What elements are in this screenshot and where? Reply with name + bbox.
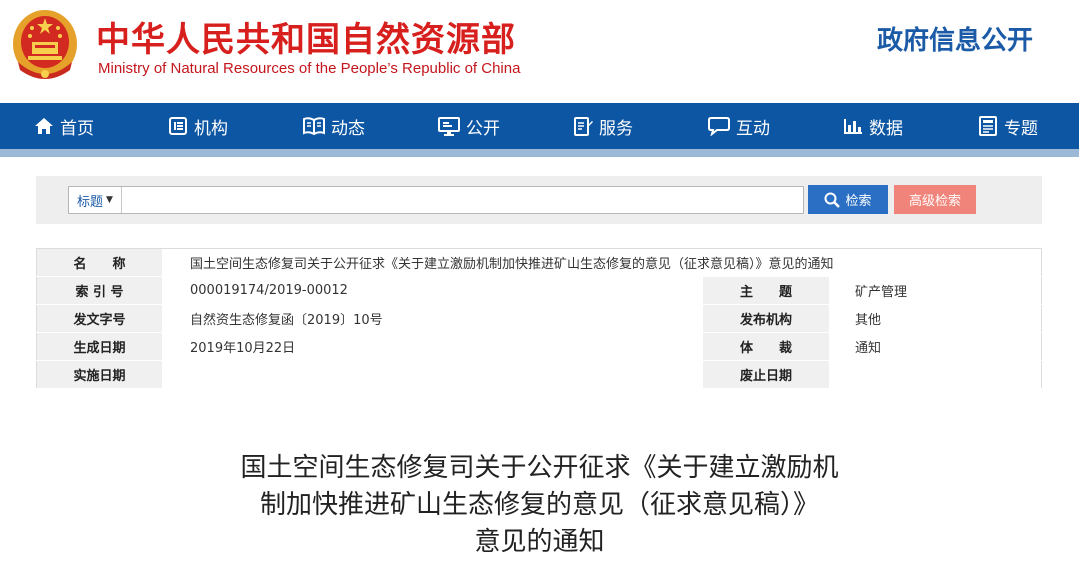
genre-value: 通知 [855, 341, 882, 356]
nav-item-label: 服务 [599, 118, 633, 139]
article-title-line: 制加快推进矿山生态修复的意见（征求意见稿）》 [259, 490, 819, 520]
nav-item-public[interactable]: 公开 [438, 103, 500, 149]
info-row-index: 索 引 号 000019174/2019-00012 主 题 矿产管理 [36, 276, 1042, 305]
main-nav: 首页 机构 动态 公开 服务 互动 数据 专题 [0, 103, 1079, 149]
article-title-line: 国土空间生态修复司关于公开征求《关于建立激励机 [240, 453, 839, 483]
search-input[interactable] [123, 187, 811, 213]
theme-label: 主 题 [703, 276, 829, 305]
created-value: 2019年10月22日 [190, 341, 296, 356]
search-icon [824, 192, 841, 208]
index-label: 索 引 号 [36, 276, 162, 305]
nav-item-label: 数据 [869, 118, 903, 139]
issuer-value: 其他 [855, 313, 882, 328]
chat-icon [708, 117, 730, 136]
info-row-docno: 发文字号 自然资生态修复函〔2019〕10号 发布机构 其他 [36, 304, 1042, 333]
nav-item-topics[interactable]: 专题 [978, 103, 1038, 149]
nav-item-label: 首页 [60, 118, 94, 139]
repeal-label: 废止日期 [703, 360, 829, 389]
search-box: 标题 ▼ [68, 186, 811, 214]
created-label: 生成日期 [36, 332, 162, 361]
national-emblem-icon [13, 10, 77, 79]
nav-item-home[interactable]: 首页 [34, 103, 94, 149]
search-field-select[interactable]: 标题 ▼ [69, 187, 122, 213]
theme-value: 矿产管理 [855, 285, 908, 300]
bar-chart-icon [844, 119, 862, 134]
advanced-search-button[interactable]: 高级检索 [894, 185, 976, 214]
info-row-name: 名 称 国土空间生态修复司关于公开征求《关于建立激励机制加快推进矿山生态修复的意… [36, 248, 1042, 277]
name-value: 国土空间生态修复司关于公开征求《关于建立激励机制加快推进矿山生态修复的意见（征求… [190, 257, 834, 272]
name-label: 名 称 [36, 248, 162, 277]
book-icon [303, 117, 325, 136]
effective-label: 实施日期 [36, 360, 162, 389]
search-button[interactable]: 检索 [808, 185, 888, 214]
site-title-cn: 中华人民共和国自然资源部 [96, 20, 516, 60]
doc-no-label: 发文字号 [36, 304, 162, 333]
nav-item-label: 专题 [1004, 118, 1038, 139]
index-value: 000019174/2019-00012 [190, 283, 348, 298]
nav-item-news[interactable]: 动态 [303, 103, 365, 149]
article-title-line: 意见的通知 [474, 527, 605, 557]
nav-item-label: 动态 [331, 118, 365, 139]
nav-item-label: 机构 [194, 118, 228, 139]
info-row-created: 生成日期 2019年10月22日 体 裁 通知 [36, 332, 1042, 361]
genre-label: 体 裁 [703, 332, 829, 361]
search-button-label: 检索 [845, 193, 872, 208]
document-icon [979, 116, 997, 136]
nav-divider [0, 149, 1079, 157]
article-title: 国土空间生态修复司关于公开征求《关于建立激励机 制加快推进矿山生态修复的意见（征… [0, 450, 1079, 561]
site-title-en: Ministry of Natural Resources of the Peo… [98, 60, 521, 77]
nav-item-interact[interactable]: 互动 [708, 103, 770, 149]
nav-item-label: 公开 [466, 118, 500, 139]
site-header: 中华人民共和国自然资源部 Ministry of Natural Resourc… [0, 0, 1079, 103]
section-title: 政府信息公开 [876, 26, 1033, 56]
advanced-search-label: 高级检索 [908, 193, 961, 208]
nav-item-org[interactable]: 机构 [168, 103, 228, 149]
monitor-icon [438, 117, 460, 136]
search-bar: 标题 ▼ 检索 高级检索 [36, 176, 1042, 224]
edit-icon [574, 117, 593, 136]
nav-item-data[interactable]: 数据 [843, 103, 903, 149]
home-icon [35, 118, 53, 134]
effective-value [162, 361, 703, 389]
nav-item-service[interactable]: 服务 [573, 103, 633, 149]
document-info-table: 名 称 国土空间生态修复司关于公开征求《关于建立激励机制加快推进矿山生态修复的意… [36, 248, 1042, 389]
dropdown-arrow-icon: ▼ [106, 195, 113, 205]
info-row-effective: 实施日期 废止日期 [36, 360, 1042, 389]
nav-item-label: 互动 [736, 118, 770, 139]
repeal-value [829, 361, 1042, 389]
doc-no-value: 自然资生态修复函〔2019〕10号 [190, 313, 383, 328]
search-field-label: 标题 [77, 194, 104, 210]
org-icon [169, 117, 187, 135]
issuer-label: 发布机构 [703, 304, 829, 333]
